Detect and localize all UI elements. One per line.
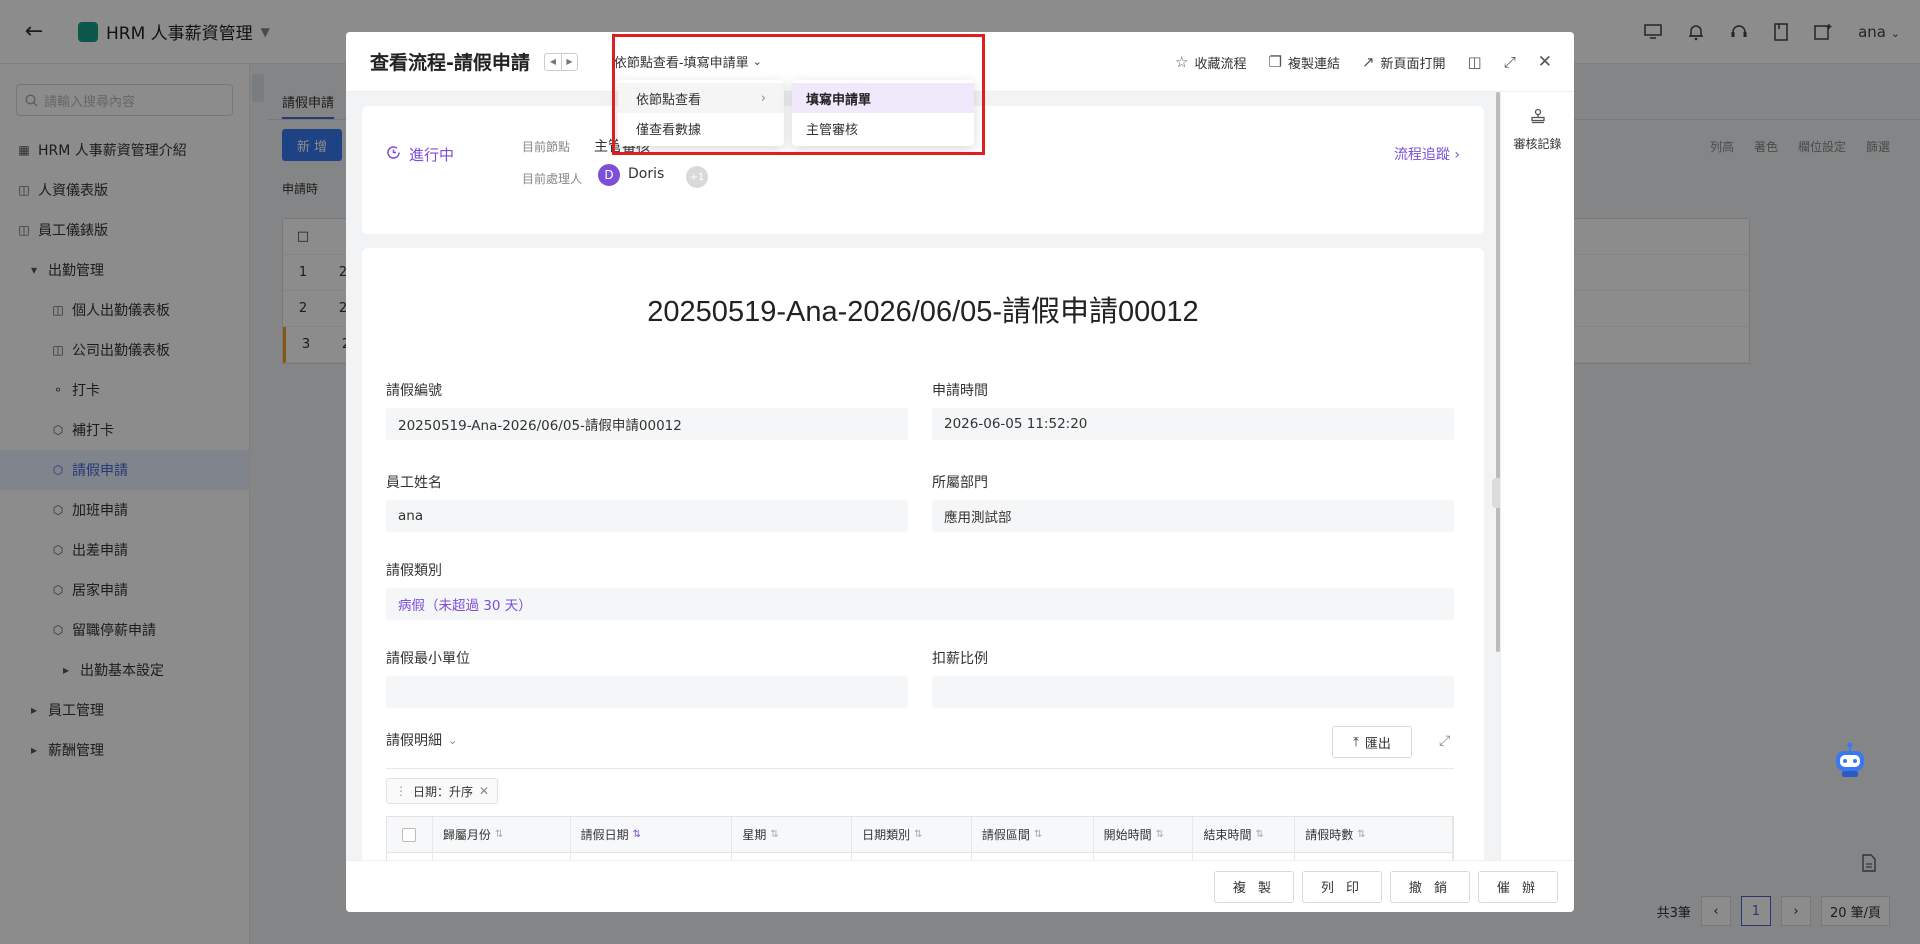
min-unit-label: 請假最小單位: [386, 651, 470, 667]
deduct-label: 扣薪比例: [932, 651, 988, 667]
sort-tag-label: 日期：升序: [413, 784, 474, 799]
stamp-icon[interactable]: [1501, 108, 1574, 129]
apply-time-field: 2026-06-05 11:52:20: [932, 408, 1454, 440]
sort-icon[interactable]: ⇅: [1156, 829, 1164, 840]
leave-no-field: 20250519-Ana-2026/06/05-請假申請00012: [386, 408, 908, 440]
upload-icon: ⤒: [1353, 734, 1359, 750]
leave-no-label: 請假編號: [386, 383, 442, 399]
highlight-box: [612, 34, 985, 155]
deduct-field: [932, 676, 1454, 708]
document-icon[interactable]: [1862, 854, 1876, 876]
sort-icon[interactable]: ⇅: [1255, 829, 1263, 840]
column-header-label: 請假區間: [981, 828, 1030, 842]
employee-label: 員工姓名: [386, 475, 442, 491]
detail-section-header[interactable]: 請假明細 ⌄: [386, 730, 457, 750]
column-header-label: 請假時數: [1305, 828, 1354, 842]
prev-record-icon[interactable]: ◀: [545, 54, 561, 70]
leave-type-label: 請假類別: [386, 563, 442, 579]
close-icon[interactable]: ✕: [1538, 52, 1552, 72]
export-button[interactable]: ⤒ 匯出: [1332, 726, 1412, 758]
modal-body: 進行中 目前節點 主管審核 目前處理人 D Doris +1 流程追蹤 › 20…: [346, 92, 1500, 892]
document-title: 20250519-Ana-2026/06/05-請假申請00012: [647, 296, 1199, 328]
copy-button[interactable]: 複 製: [1214, 870, 1294, 903]
column-header-label: 開始時間: [1103, 828, 1152, 842]
clock-icon: [386, 145, 401, 164]
column-header[interactable]: 歸屬月份 ⇅: [433, 816, 571, 853]
favorite-flow-label: 收藏流程: [1194, 56, 1247, 72]
flow-modal: 查看流程-請假申請 ◀ ▶ 依節點查看-填寫申請單 ⌄ ☆ 收藏流程 ❐ 複製連結 …: [346, 32, 1574, 912]
audit-record-label[interactable]: 審核記錄: [1513, 137, 1561, 151]
urge-button[interactable]: 催 辦: [1478, 870, 1558, 903]
fullscreen-icon[interactable]: ⤢: [1504, 53, 1516, 71]
export-label: 匯出: [1364, 736, 1391, 752]
column-header[interactable]: 星期 ⇅: [732, 816, 853, 853]
divider: [386, 768, 1454, 769]
sort-icon[interactable]: ⇅: [1034, 829, 1042, 840]
chevron-right-icon: ›: [1454, 147, 1460, 163]
sort-icon[interactable]: ⇅: [1357, 829, 1365, 840]
modal-title: 查看流程-請假申請: [370, 52, 530, 74]
drag-handle-icon: ⋮: [395, 784, 407, 798]
sort-icon[interactable]: ⇅: [914, 829, 922, 840]
checkbox[interactable]: [402, 827, 417, 842]
withdraw-button[interactable]: 撤 銷: [1390, 870, 1470, 903]
detail-section-title: 請假明細: [386, 733, 442, 749]
favorite-flow-button[interactable]: ☆ 收藏流程: [1175, 53, 1246, 72]
audit-side-panel: 審核記錄: [1500, 92, 1574, 892]
sort-icon[interactable]: ⇅: [495, 829, 503, 840]
modal-footer: 複 製 列 印 撤 銷 催 辦: [346, 860, 1574, 912]
external-link-icon: ↗: [1361, 53, 1375, 71]
employee-field: ana: [386, 500, 908, 532]
leave-type-field[interactable]: 病假（未超過 30 天）: [386, 588, 1454, 620]
remove-sort-icon[interactable]: ✕: [479, 784, 489, 798]
print-button[interactable]: 列 印: [1302, 870, 1382, 903]
copy-link-button[interactable]: ❐ 複製連結: [1268, 53, 1339, 72]
star-icon: ☆: [1175, 53, 1189, 71]
column-header-label: 星期: [742, 828, 767, 842]
column-header[interactable]: 結束時間 ⇅: [1193, 816, 1296, 853]
status-text: 進行中: [409, 146, 455, 164]
current-handler-label: 目前處理人: [522, 172, 583, 186]
current-node-label: 目前節點: [522, 140, 571, 154]
column-header-label: 請假日期: [580, 828, 629, 842]
flow-status: 進行中: [386, 144, 454, 165]
form-card: 20250519-Ana-2026/06/05-請假申請00012 請假編號 2…: [362, 248, 1484, 888]
modal-actions: ☆ 收藏流程 ❐ 複製連結 ↗ 新頁面打開 ◫ ⤢ ✕: [1175, 32, 1552, 92]
min-unit-field: [386, 676, 908, 708]
flow-tracking-link[interactable]: 流程追蹤 ›: [1394, 144, 1460, 164]
avatar: D: [598, 164, 620, 186]
apply-time-label: 申請時間: [932, 383, 988, 399]
chevron-down-icon: ⌄: [448, 733, 458, 747]
side-panel-icon[interactable]: ◫: [1468, 53, 1482, 71]
expand-icon[interactable]: ⤢: [1439, 733, 1450, 749]
column-header[interactable]: 請假時數 ⇅: [1295, 816, 1453, 853]
detail-table-header: 歸屬月份 ⇅ 請假日期 ⇅ 星期 ⇅ 日期類別 ⇅ 請假區間 ⇅ 開始時間 ⇅ 結束時間 ⇅ 請假時數 ⇅: [387, 816, 1453, 853]
sort-tag[interactable]: ⋮ 日期：升序 ✕: [386, 778, 499, 804]
open-new-page-label: 新頁面打開: [1380, 56, 1446, 72]
next-record-icon[interactable]: ▶: [560, 53, 577, 70]
dept-field: 應用測試部: [932, 500, 1454, 532]
copy-link-label: 複製連結: [1287, 56, 1340, 72]
column-header-label: 歸屬月份: [442, 828, 491, 842]
dept-label: 所屬部門: [932, 475, 988, 491]
column-header[interactable]: 開始時間 ⇅: [1094, 816, 1194, 853]
current-handler[interactable]: Doris: [628, 166, 664, 182]
column-header[interactable]: 請假日期 ⇅: [571, 816, 733, 853]
column-header-label: 結束時間: [1203, 828, 1252, 842]
column-header-label: 日期類別: [862, 828, 911, 842]
copy-icon: ❐: [1268, 53, 1282, 71]
select-all-checkbox[interactable]: [387, 816, 433, 853]
more-handlers-badge[interactable]: +1: [686, 166, 708, 188]
column-header[interactable]: 日期類別 ⇅: [852, 816, 972, 853]
record-nav: ◀ ▶: [543, 52, 578, 71]
flow-tracking-label: 流程追蹤: [1393, 147, 1450, 163]
open-new-page-button[interactable]: ↗ 新頁面打開: [1362, 53, 1446, 72]
sort-icon[interactable]: ⇅: [633, 829, 641, 840]
column-header[interactable]: 請假區間 ⇅: [972, 816, 1094, 853]
sort-icon[interactable]: ⇅: [770, 829, 778, 840]
assistant-robot-icon[interactable]: [1830, 740, 1870, 780]
